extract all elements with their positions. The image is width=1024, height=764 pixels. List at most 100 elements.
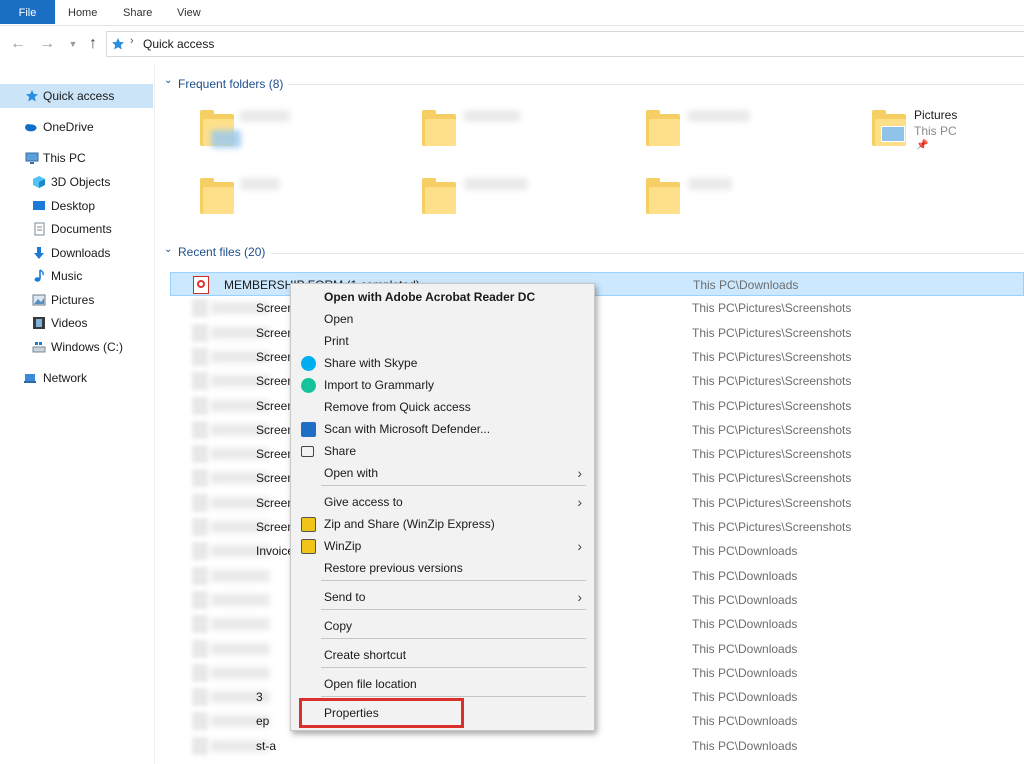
file-location: This PC\Pictures\Screenshots xyxy=(692,447,852,462)
documents-icon xyxy=(34,222,45,236)
back-arrow-icon[interactable]: ← xyxy=(9,34,27,54)
sidebar-item-label: Videos xyxy=(51,316,88,330)
blurred-file-name xyxy=(210,569,270,582)
sidebar-item-desktop[interactable]: Desktop xyxy=(0,194,153,218)
menu-item-label: Print xyxy=(324,334,349,348)
file-icon xyxy=(192,299,208,318)
menu-item-open-with-adobe-acrobat-reader-dc[interactable]: Open with Adobe Acrobat Reader DC xyxy=(293,286,592,308)
menu-item-label: Share xyxy=(324,444,357,458)
sidebar-item-music[interactable]: Music xyxy=(0,264,153,288)
folder-icon[interactable] xyxy=(646,110,680,146)
folder-icon[interactable] xyxy=(422,110,456,146)
address-bar[interactable]: › Quick access xyxy=(106,31,1024,57)
menu-item-print[interactable]: Print xyxy=(293,330,592,352)
pin-icon: 📌 xyxy=(916,140,929,151)
sidebar-item-3d-objects[interactable]: 3D Objects xyxy=(0,170,153,194)
file-location: This PC\Pictures\Screenshots xyxy=(692,422,852,437)
sidebar-item-network[interactable]: Network xyxy=(0,366,153,390)
collapse-chevron-icon[interactable]: ⌄ xyxy=(164,244,172,255)
file-location: This PC\Downloads xyxy=(692,738,798,753)
sidebar-item-pictures[interactable]: Pictures xyxy=(0,288,153,312)
sidebar-item-documents[interactable]: Documents xyxy=(0,217,153,241)
collapse-chevron-icon[interactable]: ⌄ xyxy=(164,75,172,86)
menu-item-send-to[interactable]: Send to › xyxy=(293,586,592,608)
tab-share[interactable]: Share xyxy=(113,0,162,24)
menu-item-give-access-to[interactable]: Give access to › xyxy=(293,491,592,513)
file-location: This PC\Downloads xyxy=(692,641,798,656)
pictures-folder-icon[interactable] xyxy=(872,110,906,146)
sidebar-item-this-pc[interactable]: This PC xyxy=(0,146,153,170)
download-icon xyxy=(34,247,44,259)
frequent-folders-header[interactable]: Frequent folders (8) xyxy=(178,74,283,94)
file-location: This PC\Pictures\Screenshots xyxy=(692,349,852,364)
context-menu: Open with Adobe Acrobat Reader DC Open Pri… xyxy=(290,283,595,731)
star-icon xyxy=(112,38,124,50)
file-icon xyxy=(192,493,208,512)
file-location: This PC\Pictures\Screenshots xyxy=(692,495,852,510)
file-icon xyxy=(192,615,208,634)
tab-home[interactable]: Home xyxy=(58,0,107,24)
sidebar-item-downloads[interactable]: Downloads xyxy=(0,241,153,265)
blurred-file-name xyxy=(210,666,270,679)
tab-file[interactable]: File xyxy=(0,0,55,24)
file-name: 3 xyxy=(256,690,263,705)
menu-item-create-shortcut[interactable]: Create shortcut xyxy=(293,644,592,666)
file-icon xyxy=(192,420,208,439)
menu-item-share[interactable]: Share xyxy=(293,440,592,462)
menu-item-label: Open file location xyxy=(324,677,417,691)
menu-item-label: Open with xyxy=(324,466,379,480)
table-row[interactable]: st-a This PC\Downloads xyxy=(170,734,1024,758)
menu-item-zip-and-share-winzip-express[interactable]: Zip and Share (WinZip Express) xyxy=(293,513,592,535)
blurred-file-name xyxy=(210,642,270,655)
file-icon xyxy=(192,396,208,415)
menu-item-open-file-location[interactable]: Open file location xyxy=(293,673,592,695)
recent-locations-chevron-icon[interactable]: ▼ xyxy=(64,34,82,54)
file-icon xyxy=(192,736,208,755)
menu-item-open-with[interactable]: Open with › xyxy=(293,462,592,484)
file-icon xyxy=(192,347,208,366)
menu-item-share-with-skype[interactable]: Share with Skype xyxy=(293,352,592,374)
menu-item-restore-previous-versions[interactable]: Restore previous versions xyxy=(293,557,592,579)
forward-arrow-icon[interactable]: → xyxy=(38,34,56,54)
menu-item-import-to-grammarly[interactable]: Import to Grammarly xyxy=(293,374,592,396)
sidebar-item-label: Quick access xyxy=(43,89,115,103)
file-name: st-a xyxy=(256,738,277,753)
file-location: This PC\Pictures\Screenshots xyxy=(692,471,852,486)
menu-item-label: Copy xyxy=(324,619,353,633)
folder-icon[interactable] xyxy=(200,178,234,214)
menu-item-copy[interactable]: Copy xyxy=(293,615,592,637)
menu-item-winzip[interactable]: WinZip › xyxy=(293,535,592,557)
file-name: ep xyxy=(256,714,270,729)
pictures-folder-location: This PC xyxy=(914,124,957,138)
sidebar-item-label: Documents xyxy=(51,222,112,236)
file-location: This PC\Downloads xyxy=(692,568,798,583)
blurred-folder-name xyxy=(240,110,290,122)
blurred-folder-name xyxy=(240,178,280,190)
star-icon xyxy=(26,90,38,102)
menu-item-open[interactable]: Open xyxy=(293,308,592,330)
sidebar-item-onedrive[interactable]: OneDrive xyxy=(0,115,153,139)
folder-icon[interactable] xyxy=(646,178,680,214)
defender-shield-icon xyxy=(301,422,316,437)
cloud-icon xyxy=(25,123,37,132)
sidebar-item-label: This PC xyxy=(43,151,86,165)
folder-icon[interactable] xyxy=(422,178,456,214)
ribbon: File Home Share View xyxy=(0,0,1024,26)
menu-separator xyxy=(321,696,586,697)
menu-item-scan-with-microsoft-defender[interactable]: Scan with Microsoft Defender... xyxy=(293,418,592,440)
breadcrumb[interactable]: Quick access xyxy=(143,37,214,51)
sidebar-item-videos[interactable]: Videos xyxy=(0,311,153,335)
menu-item-remove-from-quick-access[interactable]: Remove from Quick access xyxy=(293,396,592,418)
tab-view[interactable]: View xyxy=(167,0,211,24)
winzip-icon xyxy=(301,539,316,554)
up-arrow-icon[interactable]: ↑ xyxy=(84,34,102,54)
recent-files-header[interactable]: Recent files (20) xyxy=(178,242,265,262)
sidebar-item-label: Network xyxy=(43,371,88,385)
computer-icon xyxy=(25,152,39,164)
menu-separator xyxy=(321,580,586,581)
file-location: This PC\Pictures\Screenshots xyxy=(692,374,852,389)
sidebar-item-quick-access[interactable]: Quick access xyxy=(0,84,153,108)
submenu-chevron-icon: › xyxy=(577,494,582,510)
sidebar-item-windows-c[interactable]: Windows (C:) xyxy=(0,335,153,359)
sidebar-item-label: Pictures xyxy=(51,293,95,307)
